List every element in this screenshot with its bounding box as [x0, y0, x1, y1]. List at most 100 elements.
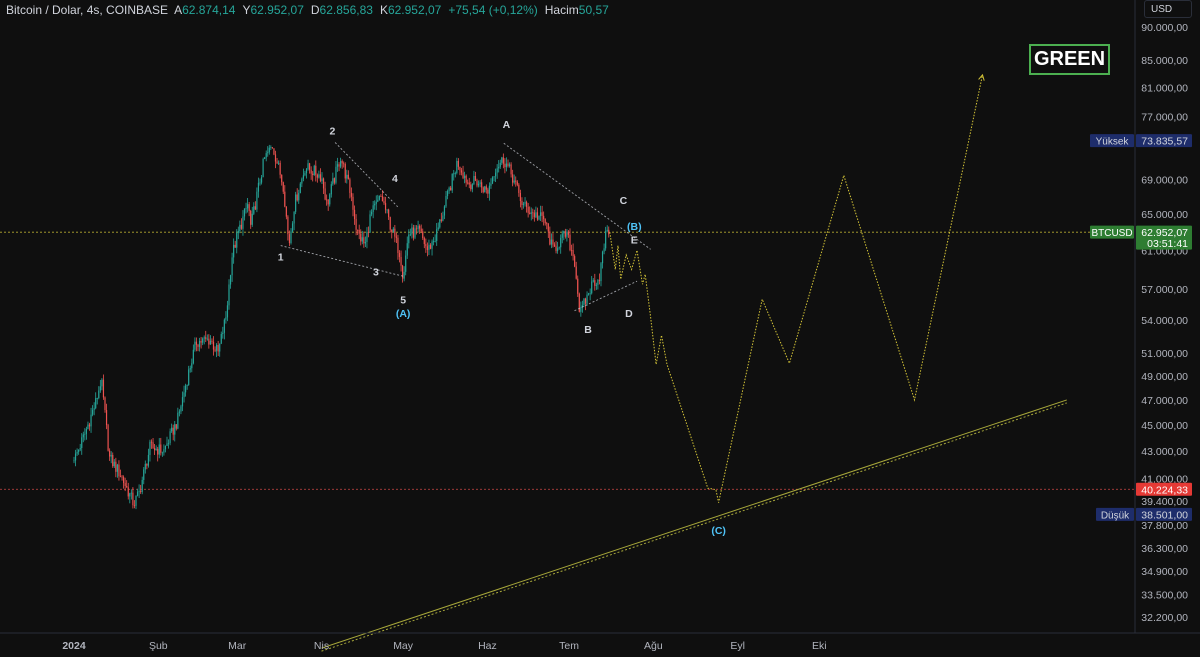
candle-body	[96, 398, 98, 399]
candle	[327, 198, 329, 211]
candle-body	[547, 223, 549, 232]
price-tick-label: 51.000,00	[1141, 348, 1188, 360]
candle-body	[302, 175, 304, 179]
candle	[468, 177, 470, 189]
candle	[597, 279, 599, 290]
candle	[397, 234, 399, 260]
candle	[256, 187, 258, 213]
candle-body	[436, 229, 438, 241]
candle-body	[402, 265, 404, 279]
candle	[482, 186, 484, 194]
candle-body	[85, 429, 87, 434]
candle	[586, 291, 588, 306]
candle	[146, 463, 148, 470]
price-axis[interactable]: 90.000,00 85.000,00 81.000,00 77.000,00 69.0…	[1134, 0, 1188, 633]
candle-body	[136, 491, 139, 496]
candle	[392, 226, 394, 233]
candle-body	[209, 340, 211, 345]
candle	[529, 206, 531, 215]
candle-body	[552, 239, 554, 245]
candle	[115, 457, 117, 478]
candle	[375, 195, 377, 211]
candle-body	[360, 233, 362, 242]
candle	[251, 206, 253, 227]
time-tick-label: Eki	[812, 640, 827, 652]
candle-body	[143, 469, 145, 480]
candle	[371, 209, 373, 217]
candle-body	[79, 448, 81, 450]
candle-body	[386, 209, 388, 211]
candle	[510, 162, 512, 178]
candle	[326, 194, 328, 206]
candle	[203, 335, 205, 345]
candle-body	[499, 162, 501, 167]
candle-body	[236, 232, 238, 248]
projection-group[interactable]	[609, 73, 985, 503]
candle-body	[398, 252, 401, 257]
time-axis[interactable]: 2024 Şub Mar Nis May Haz Tem Ağu Eyl Eki	[0, 632, 1200, 652]
candle-body	[567, 231, 570, 235]
price-tick-label: 39.400,00	[1141, 496, 1188, 508]
candle	[113, 458, 115, 469]
candle	[273, 148, 275, 156]
candle-body	[560, 237, 562, 248]
candle-body	[419, 225, 421, 229]
candle-body	[203, 337, 205, 339]
candle	[496, 164, 498, 179]
candle-body	[239, 224, 241, 232]
candle-body	[597, 280, 599, 285]
candle-body	[298, 192, 300, 201]
candle	[566, 229, 568, 242]
candle	[487, 187, 489, 199]
candle	[505, 157, 508, 172]
price-tick-label: 36.300,00	[1141, 543, 1188, 555]
candle	[121, 474, 123, 481]
candle-body	[81, 437, 83, 449]
candle-body	[459, 166, 461, 171]
candle-body	[505, 163, 508, 168]
candle	[532, 208, 534, 220]
candle-body	[384, 203, 387, 210]
candle	[107, 423, 109, 452]
candle	[188, 365, 190, 386]
candle	[181, 391, 184, 412]
candle-body	[315, 165, 317, 175]
candle	[136, 488, 139, 497]
candle	[158, 438, 160, 459]
candle	[333, 177, 335, 185]
candle	[74, 449, 77, 467]
candle-body	[474, 175, 477, 181]
candle	[301, 177, 303, 188]
candle	[313, 164, 315, 176]
candle	[171, 423, 173, 433]
candle	[552, 233, 554, 248]
candle	[278, 160, 280, 165]
candle-body	[522, 203, 525, 205]
candle-body	[355, 219, 357, 230]
candle-body	[264, 157, 266, 160]
candle	[547, 222, 549, 238]
candle-body	[115, 461, 117, 472]
candle-body	[471, 184, 473, 190]
candle-body	[389, 217, 391, 230]
trendline-group[interactable]	[321, 399, 1067, 652]
candle	[488, 182, 490, 201]
candle	[507, 159, 509, 168]
candle	[366, 227, 368, 249]
candle-body	[377, 199, 379, 202]
candle-body	[394, 228, 396, 237]
candle	[174, 420, 176, 442]
candle-body	[284, 191, 286, 207]
candle-body	[265, 153, 267, 158]
candle	[442, 211, 444, 222]
candle	[580, 301, 582, 317]
candle-body	[443, 206, 446, 216]
candle	[512, 169, 514, 187]
candle-body	[216, 344, 218, 351]
candle-body	[214, 349, 216, 351]
candle-body	[188, 369, 190, 385]
price-chart[interactable]: 1 2 3 4 5 (A) A B C (B) E D (C) 90.000,00 85.000,00 81…	[0, 0, 1200, 657]
candle	[389, 216, 391, 233]
candle-body	[350, 192, 353, 197]
candle	[211, 338, 213, 345]
